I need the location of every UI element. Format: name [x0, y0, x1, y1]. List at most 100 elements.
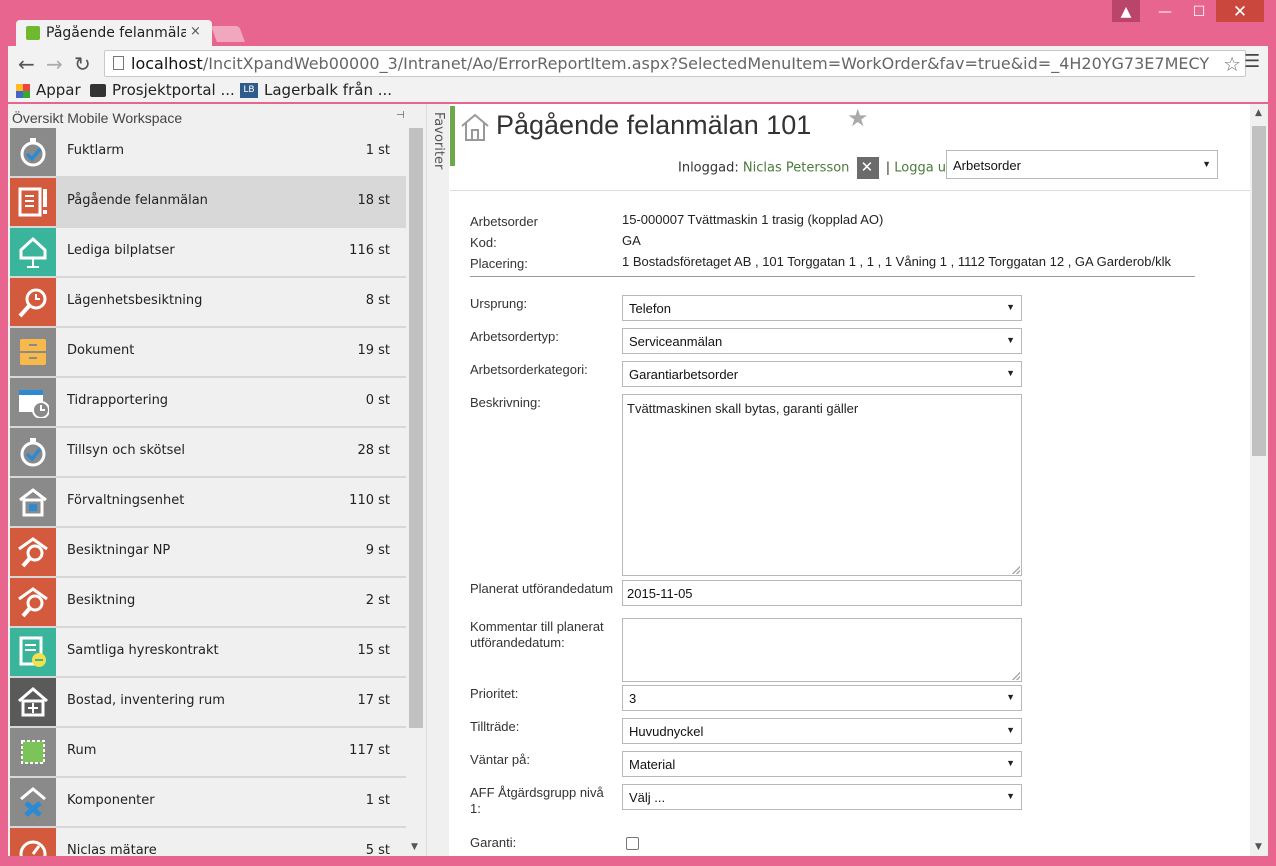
tile	[10, 178, 56, 226]
tab-close-icon[interactable]: ×	[190, 24, 201, 39]
info-label: Placering:	[470, 256, 528, 271]
bookmark-star-icon[interactable]: ☆	[1223, 52, 1241, 76]
maximize-button[interactable]: ☐	[1184, 0, 1214, 22]
logout-link[interactable]: Logga ut	[894, 161, 951, 176]
scroll-thumb[interactable]	[1252, 126, 1266, 456]
cabinet-icon	[20, 339, 46, 365]
bookmark-prosjektportal[interactable]: Prosjektportal ...	[90, 81, 235, 99]
overview-title: Översikt Mobile Workspace	[12, 110, 183, 126]
new-tab-button[interactable]	[211, 26, 245, 42]
overview-item[interactable]: Besiktningar NP 9 st	[10, 528, 406, 578]
overview-scrollbar[interactable]: ▼	[408, 128, 424, 856]
scroll-down-icon[interactable]: ▼	[1255, 842, 1262, 852]
overview-item[interactable]: Bostad, inventering rum 17 st	[10, 678, 406, 728]
house-magnifier-icon	[18, 587, 48, 618]
magnifier-clock-icon	[18, 288, 47, 318]
overview-item[interactable]: Tillsyn och skötsel 28 st	[10, 428, 406, 478]
accent-bar	[450, 106, 455, 166]
work-order-type-select[interactable]: Serviceanmälan ▼	[622, 328, 1022, 354]
minimize-button[interactable]: —	[1150, 0, 1180, 22]
access-select[interactable]: Huvudnyckel ▼	[622, 718, 1022, 744]
back-arrow-icon[interactable]: ←	[18, 52, 35, 76]
tools-icon[interactable]	[856, 157, 879, 179]
waiting-for-select[interactable]: Material ▼	[622, 751, 1022, 777]
bookmark-apps[interactable]: Appar	[16, 81, 81, 99]
stopwatch-check-icon	[20, 438, 46, 467]
chevron-down-icon: ▼	[1006, 692, 1015, 702]
bookmark-lagerbalk[interactable]: LB Lagerbalk från ...	[240, 81, 392, 99]
browser-tab[interactable]: Pågående felanmälan ×	[16, 20, 212, 46]
overview-item[interactable]: Förvaltningsenhet 110 st	[10, 478, 406, 528]
overview-item[interactable]: Pågående felanmälan 18 st	[10, 178, 406, 228]
tile	[10, 578, 56, 626]
resize-grip-icon[interactable]	[1012, 672, 1020, 680]
page-icon	[113, 56, 124, 70]
overview-item[interactable]: Komponenter 1 st	[10, 778, 406, 828]
action-group-select[interactable]: Välj ... ▼	[622, 784, 1022, 810]
profile-icon[interactable]: ▲	[1112, 0, 1140, 22]
work-order-type-label: Arbetsordertyp:	[470, 329, 559, 344]
tile	[10, 728, 56, 776]
login-info: Inloggad: Niclas Petersson | Logga ut	[678, 157, 951, 179]
overview-item[interactable]: Niclas mätare 5 st	[10, 828, 406, 856]
browser-menu-icon[interactable]: ☰	[1244, 51, 1260, 72]
overview-item[interactable]: Fuktlarm 1 st	[10, 128, 406, 178]
component-icon	[20, 787, 46, 817]
scroll-thumb[interactable]	[409, 128, 423, 728]
overview-item[interactable]: Tidrapportering 0 st	[10, 378, 406, 428]
category-select[interactable]: Garantiarbetsorder ▼	[622, 361, 1022, 387]
warranty-checkbox[interactable]	[626, 837, 639, 850]
comment-textarea[interactable]	[622, 618, 1022, 682]
overview-item-label: Lägenhetsbesiktning	[67, 293, 203, 308]
page-title: Pågående felanmälan 101	[496, 110, 812, 140]
overview-item-label: Besiktning	[67, 593, 136, 608]
type-select[interactable]: Arbetsorder ▼	[946, 150, 1218, 179]
comment-label: Kommentar till planerat utförandedatum:	[470, 619, 604, 650]
favorites-label: Favoriter	[431, 112, 446, 170]
bookmark-favicon-icon	[90, 84, 106, 97]
close-window-button[interactable]: ✕	[1216, 0, 1264, 22]
overview-item[interactable]: Rum 117 st	[10, 728, 406, 778]
tab-title: Pågående felanmälan	[46, 25, 186, 41]
reload-icon[interactable]: ↻	[74, 52, 91, 76]
warranty-label: Garanti:	[470, 835, 517, 850]
overview-item-count: 28 st	[357, 443, 390, 458]
action-group-label: AFF Åtgärdsgrupp nivå 1:	[470, 785, 604, 816]
user-link[interactable]: Niclas Petersson	[743, 161, 850, 176]
overview-item-label: Lediga bilplatser	[67, 243, 175, 258]
ursprung-select[interactable]: Telefon ▼	[622, 295, 1022, 321]
overview-item-label: Komponenter	[67, 793, 155, 808]
favorite-star-icon[interactable]: ★	[847, 104, 869, 132]
overview-item-label: Rum	[67, 743, 97, 758]
address-bar[interactable]: localhost/IncitXpandWeb00000_3/Intranet/…	[104, 50, 1246, 77]
overview-item[interactable]: Samtliga hyreskontrakt 15 st	[10, 628, 406, 678]
favorites-sidebar[interactable]: Favoriter	[426, 104, 449, 856]
meter-icon	[19, 840, 47, 856]
overview-item[interactable]: Lägenhetsbesiktning 8 st	[10, 278, 406, 328]
forward-arrow-icon[interactable]: →	[46, 52, 63, 76]
overview-item-label: Förvaltningsenhet	[67, 493, 185, 508]
priority-select[interactable]: 3 ▼	[622, 685, 1022, 711]
overview-item-label: Tillsyn och skötsel	[67, 443, 185, 458]
scroll-down-icon[interactable]: ▼	[411, 842, 418, 852]
info-label: Arbetsorder	[470, 214, 538, 229]
house-magnifier-icon	[18, 537, 48, 568]
overview-item-count: 18 st	[357, 193, 390, 208]
overview-item[interactable]: Dokument 19 st	[10, 328, 406, 378]
scroll-up-icon[interactable]: ▲	[1255, 108, 1262, 118]
description-label: Beskrivning:	[470, 395, 541, 410]
resize-grip-icon[interactable]	[1012, 566, 1020, 574]
overview-item[interactable]: Besiktning 2 st	[10, 578, 406, 628]
report-exclamation-icon	[18, 187, 47, 217]
page-scrollbar[interactable]: ▲ ▼	[1250, 104, 1268, 856]
overview-item[interactable]: Lediga bilplatser 116 st	[10, 228, 406, 278]
pin-icon[interactable]: ⊣	[396, 110, 405, 121]
planned-date-input[interactable]: 2015-11-05	[622, 580, 1022, 606]
lb-favicon-icon: LB	[240, 83, 258, 98]
ursprung-label: Ursprung:	[470, 296, 528, 311]
overview-item-count: 1 st	[365, 143, 390, 158]
overview-item-count: 0 st	[365, 393, 390, 408]
overview-item-label: Niclas mätare	[67, 843, 157, 856]
page-content: Översikt Mobile Workspace ⊣ Fuktlarm 1 st…	[8, 104, 1268, 856]
description-textarea[interactable]: Tvättmaskinen skall bytas, garanti gälle…	[622, 394, 1022, 576]
